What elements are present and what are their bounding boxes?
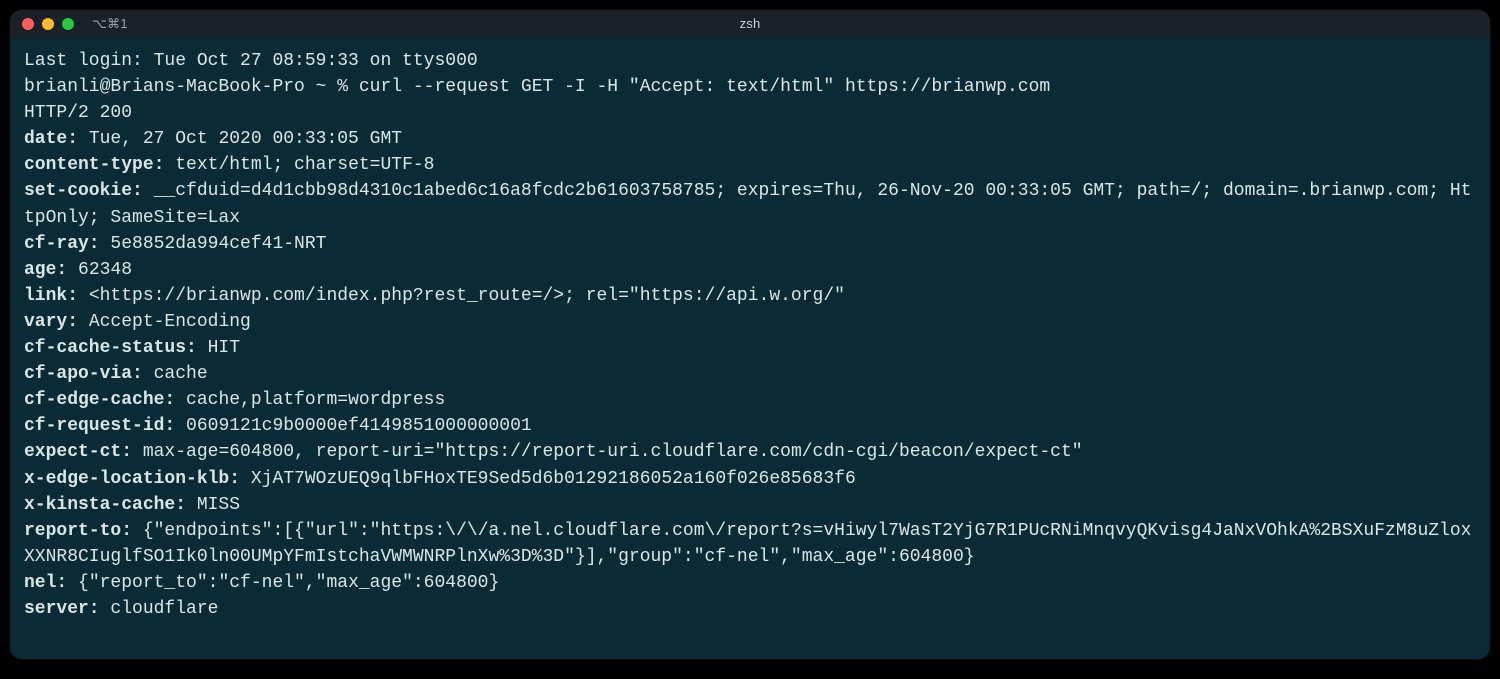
shell-command: curl --request GET -I -H "Accept: text/h… <box>359 77 1050 97</box>
header-value: cache,platform=wordpress <box>175 390 445 410</box>
header-key: content-type: <box>24 155 164 175</box>
zoom-icon[interactable] <box>62 18 74 30</box>
header-value: text/html; charset=UTF-8 <box>164 155 434 175</box>
window-title: zsh <box>740 15 761 34</box>
header-value: max-age=604800, report-uri="https://repo… <box>132 442 1083 462</box>
header-value: cache <box>143 364 208 384</box>
header-key: cf-cache-status: <box>24 338 197 358</box>
header-value: {"endpoints":[{"url":"https:\/\/a.nel.cl… <box>24 521 1471 567</box>
header-key: x-kinsta-cache: <box>24 495 186 515</box>
header-key: nel: <box>24 573 67 593</box>
header-key: report-to: <box>24 521 132 541</box>
response-headers: date: Tue, 27 Oct 2020 00:33:05 GMT cont… <box>24 129 1471 619</box>
header-value: HIT <box>197 338 240 358</box>
terminal-output[interactable]: Last login: Tue Oct 27 08:59:33 on ttys0… <box>10 38 1490 636</box>
header-key: expect-ct: <box>24 442 132 462</box>
header-value: cloudflare <box>100 599 219 619</box>
last-login-line: Last login: Tue Oct 27 08:59:33 on ttys0… <box>24 51 478 71</box>
header-value: <https://brianwp.com/index.php?rest_rout… <box>78 286 845 306</box>
header-value: MISS <box>186 495 240 515</box>
tab-shortcut-label: ⌥⌘1 <box>92 15 128 34</box>
header-key: x-edge-location-klb: <box>24 469 240 489</box>
header-value: {"report_to":"cf-nel","max_age":604800} <box>67 573 499 593</box>
header-value: 62348 <box>67 260 132 280</box>
header-value: XjAT7WOzUEQ9qlbFHoxTE9Sed5d6b01292186052… <box>240 469 856 489</box>
header-key: date: <box>24 129 78 149</box>
header-key: cf-ray: <box>24 234 100 254</box>
header-key: link: <box>24 286 78 306</box>
minimize-icon[interactable] <box>42 18 54 30</box>
header-key: server: <box>24 599 100 619</box>
header-value: __cfduid=d4d1cbb98d4310c1abed6c16a8fcdc2… <box>24 181 1471 227</box>
window-titlebar: ⌥⌘1 zsh <box>10 10 1490 38</box>
header-value: 0609121c9b0000ef4149851000000001 <box>175 416 531 436</box>
traffic-lights <box>22 18 74 30</box>
header-value: Accept-Encoding <box>78 312 251 332</box>
shell-prompt: brianli@Brians-MacBook-Pro ~ % <box>24 77 359 97</box>
close-icon[interactable] <box>22 18 34 30</box>
header-key: cf-request-id: <box>24 416 175 436</box>
header-value: Tue, 27 Oct 2020 00:33:05 GMT <box>78 129 402 149</box>
header-key: set-cookie: <box>24 181 143 201</box>
header-key: vary: <box>24 312 78 332</box>
http-status-line: HTTP/2 200 <box>24 103 132 123</box>
header-value: 5e8852da994cef41-NRT <box>100 234 327 254</box>
header-key: cf-apo-via: <box>24 364 143 384</box>
terminal-window: ⌥⌘1 zsh Last login: Tue Oct 27 08:59:33 … <box>10 10 1490 659</box>
header-key: cf-edge-cache: <box>24 390 175 410</box>
header-key: age: <box>24 260 67 280</box>
